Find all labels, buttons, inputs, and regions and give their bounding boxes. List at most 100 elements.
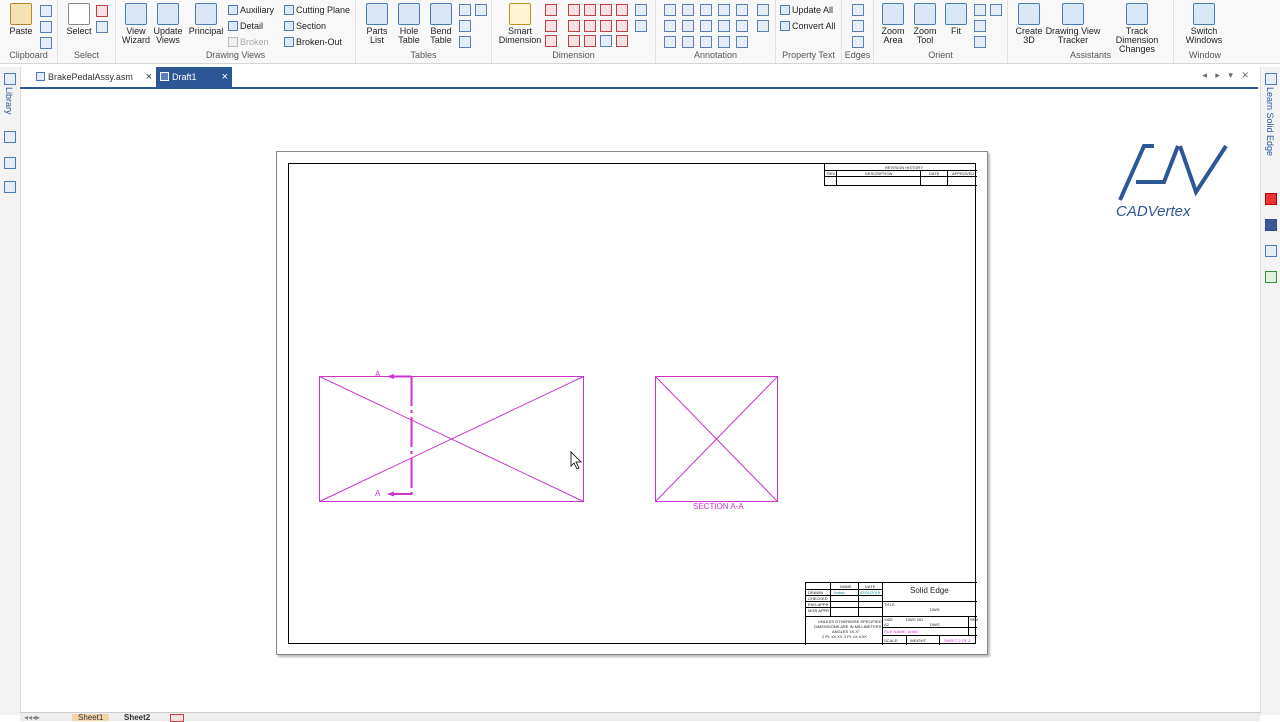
annotation-tool-icon[interactable] [757, 20, 769, 32]
dimension-tool-icon[interactable] [545, 35, 557, 47]
dimension-tool-icon[interactable] [600, 20, 612, 32]
update-views-button[interactable]: Update Views [151, 3, 185, 45]
select-button[interactable]: Select [64, 3, 94, 36]
track-dimension-changes-icon [1126, 3, 1148, 25]
dimension-tool-icon[interactable] [568, 35, 580, 47]
zoom-out-icon[interactable] [974, 20, 986, 32]
dimension-tool-icon[interactable] [568, 4, 580, 16]
annotation-tool-icon[interactable] [718, 4, 730, 16]
cut-icon[interactable] [40, 5, 52, 17]
section-view-caption[interactable]: SECTION A-A [693, 502, 744, 511]
dimension-tool-icon[interactable] [600, 35, 612, 47]
tab-draft1[interactable]: Draft1 × [156, 67, 232, 87]
drawing-sheet[interactable]: REVISION HISTORY REV DESCRIPTION DATE AP… [276, 151, 988, 655]
dimension-tool-icon[interactable] [584, 20, 596, 32]
annotation-tool-icon[interactable] [664, 20, 676, 32]
update-all-button[interactable]: Update All [780, 3, 833, 17]
format-painter-icon[interactable] [40, 37, 52, 49]
annotation-tool-icon[interactable] [700, 20, 712, 32]
cutting-plane-button[interactable]: Cutting Plane [284, 3, 350, 17]
tab-brakepedalassy[interactable]: BrakePedalAssy.asm × [32, 67, 156, 87]
left-sidebar: Library [0, 67, 21, 715]
drawing-view-tracker-button[interactable]: Drawing View Tracker [1044, 3, 1102, 45]
dimension-tool-icon[interactable] [600, 4, 612, 16]
hole-table-icon [398, 3, 420, 25]
annotation-tool-icon[interactable] [682, 20, 694, 32]
broken-out-button[interactable]: Broken-Out [284, 35, 342, 49]
convert-all-button[interactable]: Convert All [780, 19, 836, 33]
section-button[interactable]: Section [284, 19, 326, 33]
help-icon[interactable] [4, 181, 16, 193]
edges-tool-icon[interactable] [852, 36, 864, 48]
select-tools-icon[interactable] [96, 5, 108, 17]
view-tool-icon[interactable] [974, 36, 986, 48]
pathfinder-icon[interactable] [4, 131, 16, 143]
edges-tool-icon[interactable] [852, 20, 864, 32]
hole-table-button[interactable]: Hole Table [392, 3, 426, 45]
dimension-tool-icon[interactable] [616, 35, 628, 47]
copy-icon[interactable] [40, 21, 52, 33]
annotation-tool-icon[interactable] [700, 36, 712, 48]
edges-tool-icon[interactable] [852, 4, 864, 16]
auxiliary-button[interactable]: Auxiliary [228, 3, 274, 17]
table-tool-icon[interactable] [475, 4, 487, 16]
orient-label: Orient [928, 50, 953, 60]
track-dimension-changes-button[interactable]: Track Dimension Changes [1104, 3, 1170, 54]
close-icon[interactable]: × [222, 67, 228, 87]
zoom-area-button[interactable]: Zoom Area [876, 3, 910, 45]
bend-table-button[interactable]: Bend Table [424, 3, 458, 45]
facebook-icon[interactable] [1265, 219, 1277, 231]
layers-icon[interactable] [4, 157, 16, 169]
parts-list-button[interactable]: Parts List [360, 3, 394, 45]
broken-button[interactable]: Broken [228, 35, 269, 49]
property-text-group: Update All Convert All Property Text [776, 0, 842, 63]
tab-navigation[interactable]: ◂ ▸ ▾ ✕ [1202, 67, 1252, 83]
youtube-icon[interactable] [1265, 193, 1277, 205]
smart-dimension-button[interactable]: Smart Dimension [498, 3, 542, 45]
zoom-tool-icon [914, 3, 936, 25]
annotation-tool-icon[interactable] [736, 4, 748, 16]
principal-button[interactable]: Principal [188, 3, 224, 36]
zoom-in-icon[interactable] [974, 4, 986, 16]
annotation-tool-icon[interactable] [736, 36, 748, 48]
table-tool-icon[interactable] [459, 36, 471, 48]
switch-windows-button[interactable]: Switch Windows [1178, 3, 1230, 45]
table-tool-icon[interactable] [459, 20, 471, 32]
annotation-tool-icon[interactable] [757, 4, 769, 16]
select-filter-icon[interactable] [96, 21, 108, 33]
view-wizard-button[interactable]: View Wizard [119, 3, 153, 45]
annotation-tool-icon[interactable] [682, 36, 694, 48]
library-tab[interactable]: Library [4, 87, 14, 115]
new-sheet-icon[interactable] [170, 714, 184, 722]
create-3d-button[interactable]: Create 3D [1012, 3, 1046, 45]
dimension-tool-icon[interactable] [616, 4, 628, 16]
learn-solid-edge-tab[interactable]: Learn Solid Edge [1265, 87, 1275, 156]
section-icon [284, 21, 294, 31]
annotation-tool-icon[interactable] [664, 4, 676, 16]
dimension-tool-icon[interactable] [635, 4, 647, 16]
dimension-tool-icon[interactable] [584, 4, 596, 16]
paste-button[interactable]: Paste [6, 3, 36, 36]
detail-button[interactable]: Detail [228, 19, 263, 33]
annotation-tool-icon[interactable] [700, 4, 712, 16]
dimension-tool-icon[interactable] [635, 20, 647, 32]
fit-button[interactable]: Fit [940, 3, 972, 36]
community-icon[interactable] [1265, 245, 1277, 257]
dimension-tool-icon[interactable] [584, 35, 596, 47]
annotation-tool-icon[interactable] [736, 20, 748, 32]
library-icon[interactable] [4, 73, 16, 85]
zoom-tool-button[interactable]: Zoom Tool [908, 3, 942, 45]
annotation-tool-icon[interactable] [718, 36, 730, 48]
table-tool-icon[interactable] [459, 4, 471, 16]
dimension-tool-icon[interactable] [545, 4, 557, 16]
dimension-tool-icon[interactable] [616, 20, 628, 32]
dimension-tool-icon[interactable] [545, 20, 557, 32]
pan-icon[interactable] [990, 4, 1002, 16]
close-icon[interactable]: × [146, 67, 152, 87]
annotation-tool-icon[interactable] [682, 4, 694, 16]
dimension-tool-icon[interactable] [568, 20, 580, 32]
learn-icon[interactable] [1265, 73, 1277, 85]
text-icon[interactable] [718, 20, 730, 32]
resources-icon[interactable] [1265, 271, 1277, 283]
annotation-tool-icon[interactable] [664, 36, 676, 48]
